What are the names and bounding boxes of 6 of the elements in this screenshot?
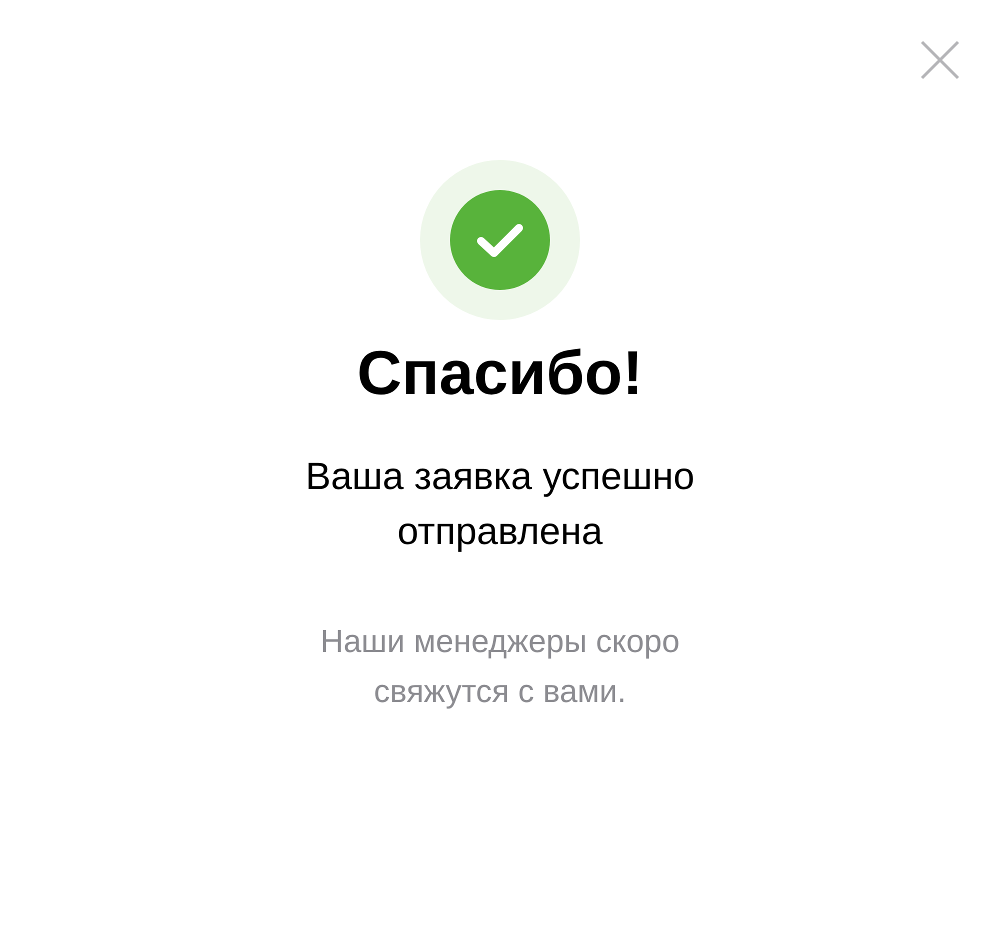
checkmark-icon [450,190,550,290]
subtitle: Ваша заявка успешно отправлена [304,455,696,555]
close-icon [920,40,960,80]
close-button[interactable] [920,40,960,80]
title: Спасибо! [356,338,644,410]
message: Наши менеджеры скоро свяжутся с вами. [319,622,681,711]
